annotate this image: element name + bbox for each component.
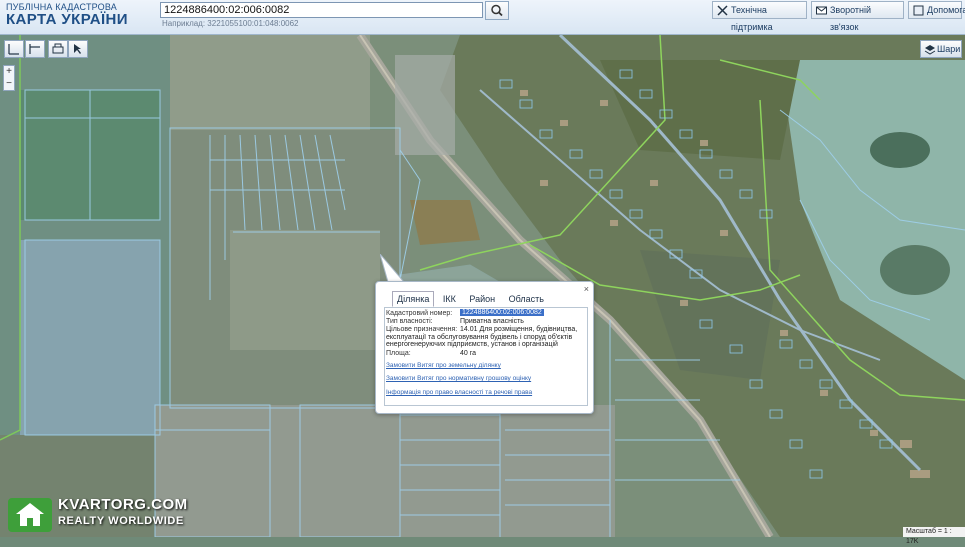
ruler-icon bbox=[8, 44, 19, 55]
cursor-question-icon bbox=[74, 44, 81, 54]
map-scale: Масштаб = 1 : 17K bbox=[903, 527, 965, 545]
close-icon[interactable]: × bbox=[584, 284, 589, 294]
purpose-value: 14.01 Для розміщення, будівництва, експл… bbox=[386, 326, 578, 348]
area-value: 40 га bbox=[460, 350, 477, 357]
ownership-info-link[interactable]: Інформація про право власності та речові… bbox=[386, 389, 532, 396]
watermark-title: KVARTORG.COM bbox=[58, 496, 188, 513]
search-icon bbox=[491, 4, 503, 17]
tools-icon bbox=[717, 5, 728, 16]
mail-icon bbox=[816, 6, 827, 15]
ownership-value: Приватна власність bbox=[460, 318, 524, 325]
tab-region[interactable]: Область bbox=[504, 291, 549, 307]
search-input[interactable] bbox=[160, 2, 483, 18]
zoom-out-button[interactable]: − bbox=[4, 78, 14, 90]
help-label: Допомога bbox=[927, 5, 965, 15]
header-bar: ПУБЛІЧНА КАДАСТРОВА КАРТА УКРАЇНИ Наприк… bbox=[0, 0, 965, 35]
help-icon bbox=[913, 5, 924, 16]
layers-button[interactable]: Шари bbox=[920, 40, 962, 58]
popup-tabs: Ділянка ІКК Район Область bbox=[392, 291, 550, 307]
area-icon bbox=[29, 44, 40, 54]
tab-ikk[interactable]: ІКК bbox=[438, 291, 461, 307]
layers-label: Шари bbox=[937, 44, 961, 54]
print-icon bbox=[52, 43, 64, 54]
cadastral-value[interactable]: 1224886400:02:006:0082 bbox=[460, 309, 544, 316]
search-example: Наприклад: 3221055100:01:048:0062 bbox=[162, 19, 299, 28]
search-button[interactable] bbox=[485, 1, 509, 20]
parcel-details: Кадастровий номер: 1224886400:02:006:008… bbox=[384, 307, 588, 406]
layers-icon bbox=[924, 45, 936, 55]
cadastral-label: Кадастровий номер: bbox=[386, 310, 453, 317]
identify-button[interactable] bbox=[68, 40, 88, 58]
parcel-info-popup: × Ділянка ІКК Район Область Кадастровий … bbox=[375, 281, 594, 414]
watermark-subtitle: REALTY WORLDWIDE bbox=[58, 515, 184, 527]
site-logo[interactable]: ПУБЛІЧНА КАДАСТРОВА КАРТА УКРАЇНИ bbox=[6, 2, 128, 28]
measure-distance-button[interactable] bbox=[4, 40, 24, 58]
zoom-control: + − bbox=[3, 65, 15, 91]
tech-support-label: Технічна підтримка bbox=[731, 5, 773, 32]
ownership-label: Тип власності: bbox=[386, 318, 433, 325]
house-logo-icon bbox=[8, 498, 52, 532]
brand-line-2: КАРТА УКРАЇНИ bbox=[6, 11, 128, 28]
tech-support-button[interactable]: Технічна підтримка bbox=[712, 1, 807, 32]
area-label: Площа: bbox=[386, 350, 411, 357]
order-valuation-link[interactable]: Замовити Витяг про нормативну грошову оц… bbox=[386, 375, 531, 382]
tab-district[interactable]: Район bbox=[464, 291, 500, 307]
print-button[interactable] bbox=[48, 40, 68, 58]
feedback-label: Зворотній зв'язок bbox=[830, 5, 872, 32]
measure-area-button[interactable] bbox=[25, 40, 45, 58]
order-extract-link[interactable]: Замовити Витяг про земельну ділянку bbox=[386, 362, 501, 369]
popup-pointer bbox=[380, 254, 406, 283]
feedback-button[interactable]: Зворотній зв'язок bbox=[811, 1, 904, 32]
help-button[interactable]: Допомога bbox=[908, 1, 965, 19]
zoom-in-button[interactable]: + bbox=[4, 66, 14, 78]
tab-parcel[interactable]: Ділянка bbox=[392, 291, 435, 307]
